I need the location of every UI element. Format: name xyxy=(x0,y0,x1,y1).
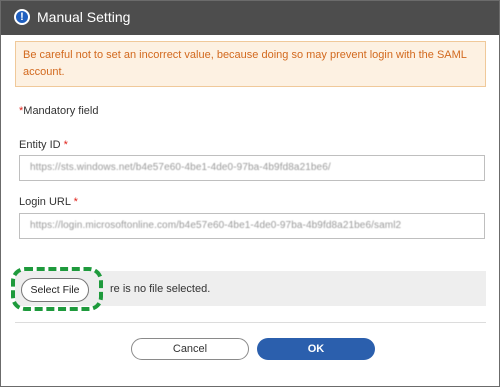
entity-id-label-text: Entity ID xyxy=(19,139,61,151)
dialog-titlebar: ! Manual Setting xyxy=(1,1,499,35)
login-url-value: https://login.microsoftonline.com/b4e57e… xyxy=(30,220,402,231)
required-star: * xyxy=(70,196,78,208)
login-url-label: Login URL * xyxy=(19,196,78,208)
ok-button[interactable]: OK xyxy=(257,338,375,360)
entity-id-label: Entity ID * xyxy=(19,139,68,151)
cancel-button[interactable]: Cancel xyxy=(131,338,249,360)
login-url-field[interactable]: https://login.microsoftonline.com/b4e57e… xyxy=(19,213,485,239)
footer-divider xyxy=(15,322,486,323)
entity-id-value: https://sts.windows.net/b4e57e60-4be1-4d… xyxy=(30,162,331,173)
file-status-text: re is no file selected. xyxy=(110,283,211,295)
mandatory-field-note: *Mandatory field xyxy=(19,105,99,117)
required-star: * xyxy=(60,139,68,151)
warning-message: Be careful not to set an incorrect value… xyxy=(15,41,486,87)
manual-setting-dialog: ! Manual Setting Be careful not to set a… xyxy=(0,0,500,387)
select-file-highlight xyxy=(11,267,103,311)
login-url-label-text: Login URL xyxy=(19,196,71,208)
mandatory-field-text: Mandatory field xyxy=(23,105,99,117)
entity-id-field[interactable]: https://sts.windows.net/b4e57e60-4be1-4d… xyxy=(19,155,485,181)
dialog-title: Manual Setting xyxy=(37,9,131,25)
exclamation-circle-icon: ! xyxy=(14,9,30,25)
